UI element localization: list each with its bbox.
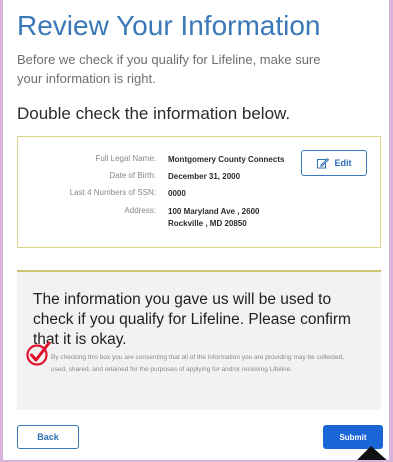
back-button[interactable]: Back bbox=[17, 425, 79, 449]
info-label: Date of Birth: bbox=[109, 171, 156, 180]
confirmation-notice: The information you gave us will be used… bbox=[17, 272, 381, 410]
info-value: Montgomery County Connects bbox=[168, 155, 285, 164]
info-label: Address: bbox=[124, 206, 156, 215]
info-value: December 31, 2000 bbox=[168, 172, 241, 181]
edit-button-label: Edit bbox=[334, 158, 352, 168]
page-title: Review Your Information bbox=[17, 10, 321, 41]
intro-text: Before we check if you qualify for Lifel… bbox=[17, 52, 321, 86]
cursor-icon bbox=[357, 446, 387, 460]
notice-text: The information you gave us will be used… bbox=[33, 291, 351, 348]
info-summary-box: Full Legal Name: Montgomery County Conne… bbox=[17, 136, 381, 248]
review-card: Review Your Information Before we check … bbox=[3, 0, 389, 460]
consent-checkbox-label[interactable]: By checking this box you are consenting … bbox=[51, 352, 361, 376]
info-value: 0000 bbox=[168, 189, 186, 198]
section-heading: Double check the information below. bbox=[17, 104, 291, 123]
info-value: 100 Maryland Ave , 2600 Rockville , MD 2… bbox=[168, 207, 260, 228]
check-icon[interactable] bbox=[25, 340, 51, 366]
info-label: Last 4 Numbers of SSN: bbox=[69, 188, 156, 197]
edit-button[interactable]: Edit bbox=[301, 150, 367, 176]
info-label: Full Legal Name: bbox=[95, 154, 156, 163]
edit-icon bbox=[316, 157, 329, 168]
